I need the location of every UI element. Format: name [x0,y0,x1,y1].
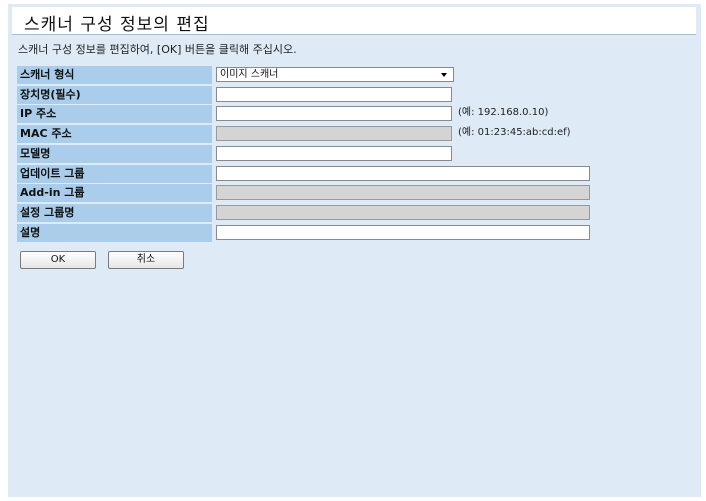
model-name-input[interactable] [216,146,452,161]
settings-group-label: 설정 그룹명 [17,204,212,222]
ip-address-hint: (예: 192.168.0.10) [458,107,549,118]
scanner-type-select[interactable]: 이미지 스캐너 [216,67,454,82]
dialog-panel: 스캐너 구성 정보의 편집 스캐너 구성 정보를 편집하여, [OK] 버튼을 … [8,4,701,497]
mac-address-input [216,126,452,141]
title-bar: 스캐너 구성 정보의 편집 [12,7,696,35]
description-label: 설명 [17,224,212,242]
instruction-text: 스캐너 구성 정보를 편집하여, [OK] 버튼을 클릭해 주십시오. [18,43,297,56]
row-description: 설명 [17,224,699,243]
settings-group-input [216,205,590,220]
ok-button[interactable]: OK [20,251,96,269]
description-input[interactable] [216,225,590,240]
scanner-type-label: 스캐너 형식 [17,66,212,84]
row-device-name: 장치명(필수) [17,86,699,105]
row-mac-address: MAC 주소 (예: 01:23:45:ab:cd:ef) [17,125,699,144]
update-group-label: 업데이트 그룹 [17,165,212,183]
row-ip-address: IP 주소 (예: 192.168.0.10) [17,105,699,124]
device-name-label: 장치명(필수) [17,86,212,104]
row-scanner-type: 스캐너 형식 이미지 스캐너 [17,66,699,85]
update-group-input[interactable] [216,166,590,181]
mac-address-hint: (예: 01:23:45:ab:cd:ef) [458,127,571,138]
page-title: 스캐너 구성 정보의 편집 [24,15,210,35]
addin-group-input [216,185,590,200]
device-name-input[interactable] [216,87,452,102]
mac-address-label: MAC 주소 [17,125,212,143]
ip-address-input[interactable] [216,106,452,121]
model-name-label: 모델명 [17,145,212,163]
row-update-group: 업데이트 그룹 [17,165,699,184]
addin-group-label: Add-in 그룹 [17,184,212,202]
row-settings-group: 설정 그룹명 [17,204,699,223]
ip-address-label: IP 주소 [17,105,212,123]
row-model-name: 모델명 [17,145,699,164]
row-addin-group: Add-in 그룹 [17,184,699,203]
chevron-down-icon [441,73,447,77]
scanner-type-value: 이미지 스캐너 [220,69,279,80]
cancel-button[interactable]: 취소 [108,251,184,269]
